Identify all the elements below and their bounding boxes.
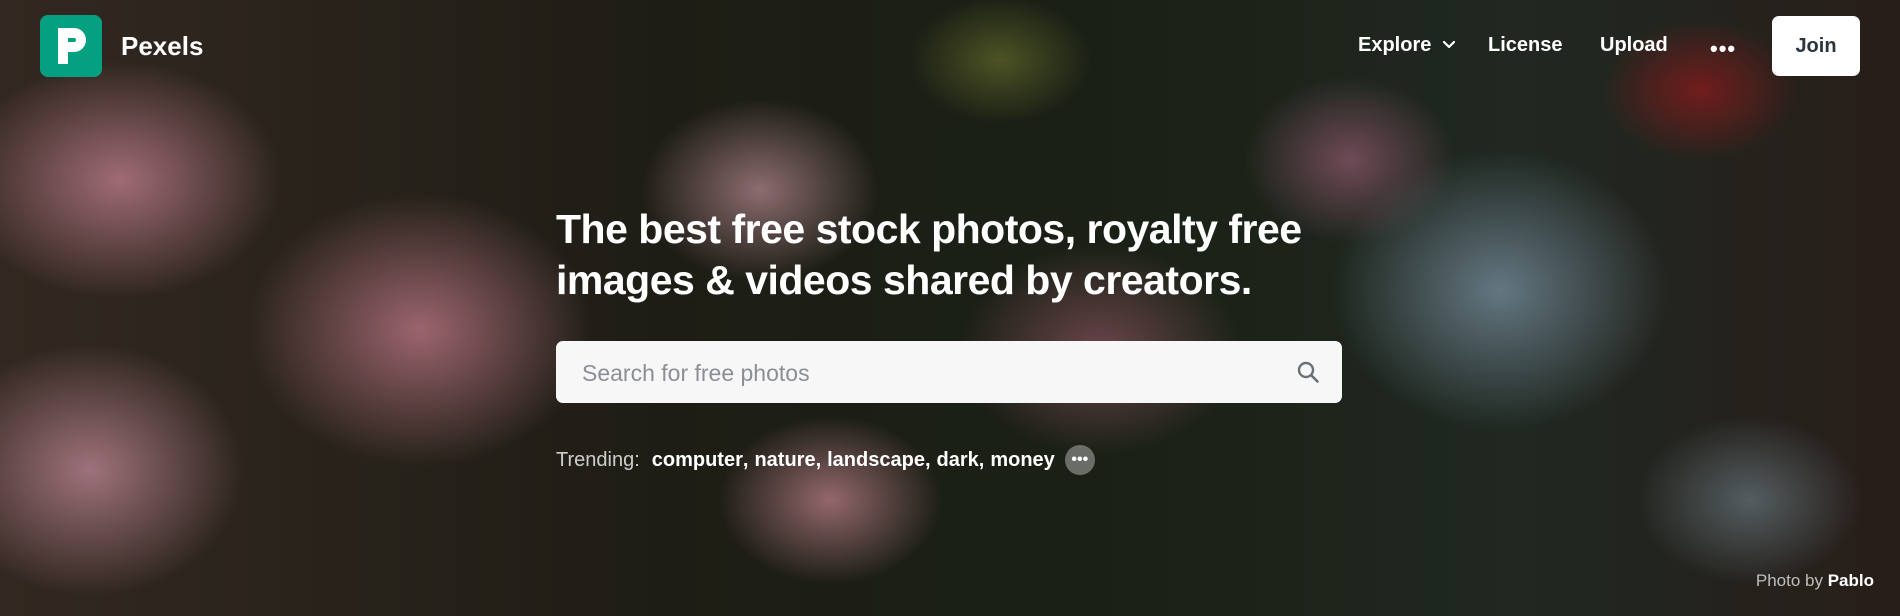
photo-credit: Photo by Pablo xyxy=(1756,571,1874,591)
nav-license[interactable]: License xyxy=(1488,34,1562,57)
trending-label: Trending: xyxy=(556,448,640,471)
join-button[interactable]: Join xyxy=(1772,16,1860,76)
trending-more-icon[interactable]: ••• xyxy=(1064,445,1095,475)
top-navigation: Pexels Explore License Upload ••• Join xyxy=(0,0,1900,92)
more-horizontal-icon[interactable]: ••• xyxy=(1710,36,1736,62)
pexels-logo-icon[interactable] xyxy=(40,15,102,77)
trending-searches: Trending: computer, nature, landscape, d… xyxy=(556,445,1095,475)
chevron-down-icon[interactable] xyxy=(1442,38,1456,52)
trending-item-money[interactable]: money xyxy=(990,449,1054,472)
trending-item-landscape[interactable]: landscape xyxy=(827,449,925,472)
nav-upload[interactable]: Upload xyxy=(1600,34,1668,57)
trending-item-dark[interactable]: dark xyxy=(937,449,979,472)
photographer-link[interactable]: Pablo xyxy=(1828,571,1874,590)
search-icon[interactable] xyxy=(1296,360,1320,384)
trending-item-computer[interactable]: computer xyxy=(652,449,743,472)
nav-explore[interactable]: Explore xyxy=(1358,34,1431,57)
headline-line-1: The best free stock photos, royalty free xyxy=(556,206,1302,252)
credit-prefix: Photo by xyxy=(1755,571,1823,590)
headline-line-2: images & videos shared by creators. xyxy=(556,257,1252,303)
hero-headline: The best free stock photos, royalty free… xyxy=(556,204,1356,306)
hero-overlay xyxy=(0,0,1900,616)
brand-name[interactable]: Pexels xyxy=(121,31,203,62)
search-bar[interactable] xyxy=(556,341,1342,405)
search-input[interactable] xyxy=(580,341,1264,405)
hero-section: Pexels Explore License Upload ••• Join T… xyxy=(0,0,1900,616)
trending-item-nature[interactable]: nature xyxy=(754,449,815,472)
